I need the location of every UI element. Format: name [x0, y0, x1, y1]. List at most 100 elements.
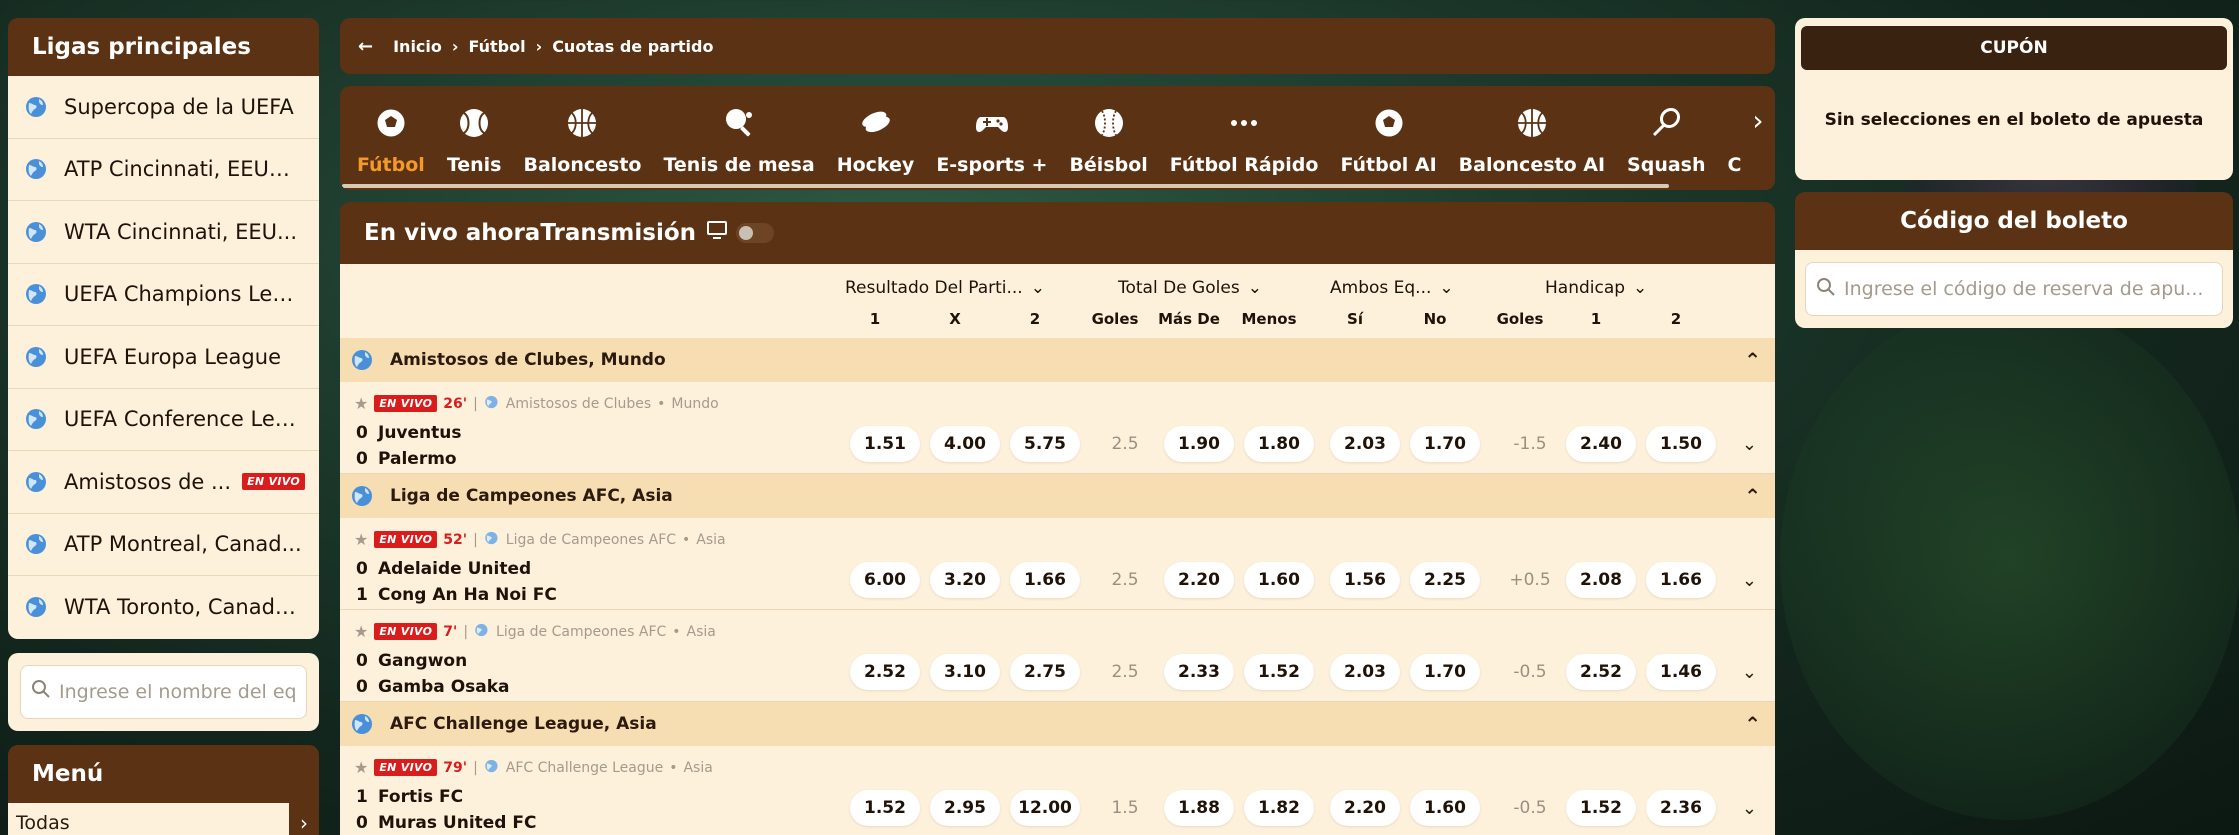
sport-tab[interactable]: Fútbol: [346, 86, 436, 190]
odds-button[interactable]: 2.03: [1330, 426, 1400, 462]
odds-button[interactable]: 1.80: [1244, 426, 1314, 462]
odds-button[interactable]: 2.33: [1164, 654, 1234, 690]
match-teams[interactable]: 0 Gangwon 0 Gamba Osaka: [356, 648, 510, 700]
top-league-item[interactable]: WTA Cincinnati, EEU...: [8, 201, 319, 264]
chevron-down-icon[interactable]: ⌄: [1742, 434, 1757, 455]
stream-toggle[interactable]: [736, 223, 775, 243]
top-league-item[interactable]: Amistosos de ... EN VIVO: [8, 451, 319, 514]
col-both-yes: Sí: [1347, 310, 1363, 328]
sport-tab[interactable]: E-sports +: [925, 86, 1058, 190]
live-badge: EN VIVO: [374, 395, 438, 412]
globe-icon: [22, 157, 52, 181]
odds-button[interactable]: 1.52: [850, 790, 920, 826]
chevron-up-icon[interactable]: ⌃: [1744, 712, 1761, 736]
league-group-header[interactable]: AFC Challenge League, Asia ⌃: [340, 702, 1775, 746]
odds-button[interactable]: 2.03: [1330, 654, 1400, 690]
chevron-up-icon[interactable]: ⌃: [1744, 484, 1761, 508]
breadcrumb-home[interactable]: Inicio: [393, 37, 442, 56]
top-league-item[interactable]: UEFA Europa League: [8, 326, 319, 389]
sport-tab[interactable]: Hockey: [826, 86, 926, 190]
odds-button[interactable]: 1.60: [1244, 562, 1314, 598]
search-icon: [1816, 277, 1836, 302]
top-league-item[interactable]: Supercopa de la UEFA: [8, 76, 319, 139]
odds-button[interactable]: 1.66: [1010, 562, 1080, 598]
odds-button[interactable]: 1.56: [1330, 562, 1400, 598]
ticket-code-input[interactable]: [1844, 278, 2212, 300]
sport-tab[interactable]: Baloncesto: [512, 86, 652, 190]
odds-button[interactable]: 1.88: [1164, 790, 1234, 826]
star-icon[interactable]: ★: [354, 758, 368, 777]
bet-slip-tab[interactable]: CUPÓN: [1801, 26, 2227, 70]
odds-button[interactable]: 2.20: [1164, 562, 1234, 598]
odds-button[interactable]: 1.52: [1244, 654, 1314, 690]
odds-button[interactable]: 3.10: [930, 654, 1000, 690]
odds-button[interactable]: 1.82: [1244, 790, 1314, 826]
sport-tab[interactable]: Fútbol AI: [1329, 86, 1447, 190]
sport-tab[interactable]: Tenis de mesa: [652, 86, 825, 190]
odds-button[interactable]: 2.36: [1646, 790, 1716, 826]
odds-button[interactable]: 1.52: [1566, 790, 1636, 826]
menu-bar: Todas ›: [8, 802, 319, 835]
odds-button[interactable]: 2.20: [1330, 790, 1400, 826]
sport-tab[interactable]: Fútbol Rápido: [1159, 86, 1330, 190]
breadcrumb-sport[interactable]: Fútbol: [468, 37, 525, 56]
home-score: 0: [356, 559, 368, 579]
league-group-header[interactable]: Liga de Campeones AFC, Asia ⌃: [340, 474, 1775, 518]
chevron-up-icon[interactable]: ⌃: [1744, 348, 1761, 372]
sport-tab-label: Baloncesto AI: [1458, 154, 1606, 176]
odds-button[interactable]: 1.60: [1410, 790, 1480, 826]
odds-button[interactable]: 3.20: [930, 562, 1000, 598]
odds-button[interactable]: 2.25: [1410, 562, 1480, 598]
top-league-item[interactable]: UEFA Conference Lea...: [8, 389, 319, 451]
odds-button[interactable]: 1.46: [1646, 654, 1716, 690]
odds-button[interactable]: 2.40: [1566, 426, 1636, 462]
back-arrow-icon[interactable]: ←: [358, 36, 373, 57]
top-league-item[interactable]: ATP Cincinnati, EEUU ...: [8, 139, 319, 201]
odds-button[interactable]: 2.95: [930, 790, 1000, 826]
odds-button[interactable]: 12.00: [1010, 790, 1080, 826]
sport-tab[interactable]: Béisbol: [1058, 86, 1158, 190]
chevron-down-icon[interactable]: ⌄: [1742, 798, 1757, 819]
odds-button[interactable]: 6.00: [850, 562, 920, 598]
odds-button[interactable]: 2.52: [850, 654, 920, 690]
match-teams[interactable]: 1 Fortis FC 0 Muras United FC: [356, 784, 536, 835]
handicap-dropdown[interactable]: Handicap ⌄: [1545, 278, 1647, 298]
odds-button[interactable]: 5.75: [1010, 426, 1080, 462]
odds-button[interactable]: 1.50: [1646, 426, 1716, 462]
menu-item-all[interactable]: Todas: [16, 812, 70, 834]
match-teams[interactable]: 0 Adelaide United 1 Cong An Ha Noi FC: [356, 556, 557, 608]
odds-button[interactable]: 4.00: [930, 426, 1000, 462]
chevron-right-icon[interactable]: ›: [289, 802, 319, 835]
odds-button[interactable]: 1.90: [1164, 426, 1234, 462]
chevron-right-icon[interactable]: ›: [1741, 86, 1775, 190]
sport-tab[interactable]: Squash: [1616, 86, 1716, 190]
total-goals-dropdown[interactable]: Total De Goles ⌄: [1118, 278, 1262, 298]
odds-button[interactable]: 1.70: [1410, 654, 1480, 690]
odds-button[interactable]: 2.08: [1566, 562, 1636, 598]
match-row: ★ EN VIVO 7' | Liga de Campeones AFC • A…: [340, 610, 1775, 702]
top-league-item[interactable]: ATP Montreal, Canad...: [8, 514, 319, 576]
odds-button[interactable]: 1.51: [850, 426, 920, 462]
star-icon[interactable]: ★: [354, 530, 368, 549]
match-teams[interactable]: 0 Juventus 0 Palermo: [356, 420, 462, 472]
chevron-down-icon[interactable]: ⌄: [1742, 662, 1757, 683]
star-icon[interactable]: ★: [354, 622, 368, 641]
star-icon[interactable]: ★: [354, 394, 368, 413]
top-league-item[interactable]: UEFA Champions Lea...: [8, 264, 319, 326]
odds-button[interactable]: 2.52: [1566, 654, 1636, 690]
market-line: -0.5: [1513, 662, 1547, 682]
top-league-item[interactable]: WTA Toronto, Canadá...: [8, 576, 319, 639]
globe-icon: [22, 345, 52, 369]
divider: |: [463, 623, 469, 640]
result-market-dropdown[interactable]: Resultado Del Parti... ⌄: [845, 278, 1045, 298]
both-teams-dropdown[interactable]: Ambos Eq... ⌄: [1330, 278, 1454, 298]
league-group-header[interactable]: Amistosos de Clubes, Mundo ⌃: [340, 338, 1775, 382]
sport-tab[interactable]: Baloncesto AI: [1448, 86, 1616, 190]
sport-tab[interactable]: Tenis: [436, 86, 513, 190]
odds-button[interactable]: 2.75: [1010, 654, 1080, 690]
odds-button[interactable]: 1.70: [1410, 426, 1480, 462]
sports-scrollbar[interactable]: [342, 184, 1669, 188]
team-search-input[interactable]: [59, 680, 296, 703]
odds-button[interactable]: 1.66: [1646, 562, 1716, 598]
chevron-down-icon[interactable]: ⌄: [1742, 570, 1757, 591]
